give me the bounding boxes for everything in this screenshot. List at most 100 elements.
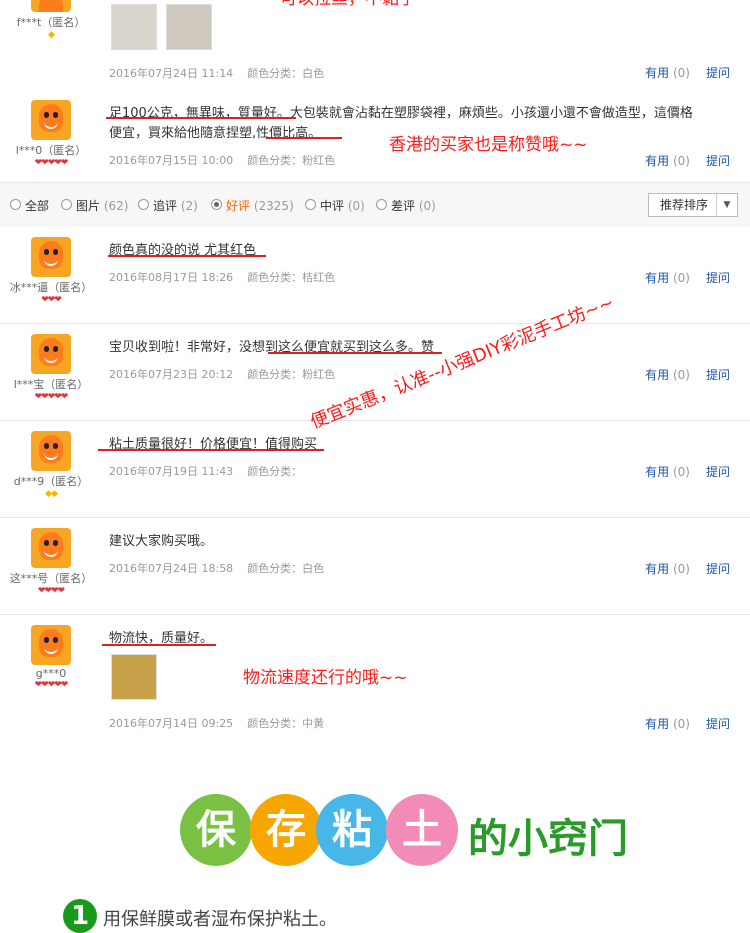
review-color-category: 颜色分类：白色 xyxy=(247,67,325,80)
annotation-note: 可以拉丝，不黏手~~ xyxy=(280,0,445,9)
radio-icon[interactable] xyxy=(138,199,149,210)
review-item: d***9（匿名） ◆◆ 粘土质量很好！价格便宜！值得购买 2016年07月19… xyxy=(0,421,750,518)
review-color-category: 颜色分类： xyxy=(247,465,303,478)
buyer-rank-icon: ❤❤❤❤❤ xyxy=(34,158,69,168)
review-actions: 有用 (0) 提问 xyxy=(645,366,730,383)
review-actions: 有用 (0) 提问 xyxy=(645,269,730,286)
review-meta: 2016年07月24日 18:58 颜色分类：白色 xyxy=(109,560,324,576)
review-color-category: 颜色分类：桔红色 xyxy=(247,271,336,284)
review-meta: 2016年08月17日 18:26 颜色分类：桔红色 xyxy=(109,269,335,285)
review-item: 冰***逼（匿名） ❤❤❤ 颜色真的没的说 尤其红色 2016年08月17日 1… xyxy=(0,227,750,324)
useful-link[interactable]: 有用 xyxy=(645,717,669,731)
review-item: g***0 ❤❤❤❤❤ 物流快，质量好。 物流速度还行的哦~~ 2016年07月… xyxy=(0,615,750,745)
buyer-rank-icon: ◆ xyxy=(48,30,55,40)
useful-count: (0) xyxy=(672,717,690,731)
review-username: l***宝（匿名） xyxy=(13,378,89,391)
avatar[interactable] xyxy=(31,237,71,277)
review-meta: 2016年07月14日 09:25 颜色分类：中黄 xyxy=(109,715,324,731)
useful-link[interactable]: 有用 xyxy=(645,465,669,479)
useful-count: (0) xyxy=(672,154,690,168)
useful-link[interactable]: 有用 xyxy=(645,562,669,576)
review-username: 冰***逼（匿名） xyxy=(9,281,93,294)
radio-icon[interactable] xyxy=(211,199,222,210)
filter-follow-up[interactable]: 追评 (2) xyxy=(138,197,198,214)
review-date: 2016年07月19日 11:43 xyxy=(109,465,234,478)
review-content: 建议大家购买哦。 xyxy=(109,534,214,549)
chevron-down-icon[interactable]: ▼ xyxy=(716,194,737,216)
review-color-category: 颜色分类：粉红色 xyxy=(247,154,336,167)
review-photo-thumbnail[interactable] xyxy=(166,4,212,50)
ask-link[interactable]: 提问 xyxy=(706,717,730,731)
buyer-rank-icon: ❤❤❤❤ xyxy=(37,586,65,596)
review-date: 2016年08月17日 18:26 xyxy=(109,271,234,284)
review-filter-bar: 全部 图片 (62) 追评 (2) 好评 (2325) 中评 (0) 差评 (0… xyxy=(0,182,750,228)
review-color-category: 颜色分类：白色 xyxy=(247,562,325,575)
useful-count: (0) xyxy=(672,562,690,576)
useful-link[interactable]: 有用 xyxy=(645,368,669,382)
filter-positive[interactable]: 好评 (2325) xyxy=(211,197,294,214)
useful-link[interactable]: 有用 xyxy=(645,154,669,168)
review-actions: 有用 (0) 提问 xyxy=(645,715,730,732)
radio-icon[interactable] xyxy=(376,199,387,210)
review-color-category: 颜色分类：粉红色 xyxy=(247,368,336,381)
buyer-rank-icon: ❤❤❤ xyxy=(41,295,62,305)
review-actions: 有用 (0) 提问 xyxy=(645,64,730,81)
review-meta: 2016年07月23日 20:12 颜色分类：粉红色 xyxy=(109,366,335,382)
buyer-rank-icon: ❤❤❤❤❤ xyxy=(34,392,69,402)
useful-count: (0) xyxy=(672,271,690,285)
review-item: l***0（匿名） ❤❤❤❤❤ 足100公克，無異味，質量好。大包裝就會沾黏在塑… xyxy=(0,90,750,183)
review-photo-thumbnail[interactable] xyxy=(111,654,157,700)
useful-link[interactable]: 有用 xyxy=(645,271,669,285)
step-number-badge: 1 xyxy=(63,899,97,933)
avatar[interactable] xyxy=(31,0,71,12)
sort-dropdown[interactable]: 推荐排序 ▼ xyxy=(648,193,738,217)
review-item: 这***号（匿名） ❤❤❤❤ 建议大家购买哦。 2016年07月24日 18:5… xyxy=(0,518,750,615)
filter-negative[interactable]: 差评 (0) xyxy=(376,197,436,214)
annotation-note: 香港的买家也是称赞哦~~ xyxy=(389,135,588,155)
ask-link[interactable]: 提问 xyxy=(706,66,730,80)
review-date: 2016年07月23日 20:12 xyxy=(109,368,234,381)
review-date: 2016年07月24日 18:58 xyxy=(109,562,234,575)
review-date: 2016年07月14日 09:25 xyxy=(109,717,234,730)
review-actions: 有用 (0) 提问 xyxy=(645,152,730,169)
annotation-note: 物流速度还行的哦~~ xyxy=(243,668,408,688)
review-item: f***t（匿名） ◆ 可以拉丝，不黏手~~ 2016年07月24日 11:14… xyxy=(0,0,750,91)
avatar[interactable] xyxy=(31,334,71,374)
filter-all[interactable]: 全部 xyxy=(10,197,49,214)
review-photo-thumbnail[interactable] xyxy=(111,4,157,50)
avatar[interactable] xyxy=(31,100,71,140)
ask-link[interactable]: 提问 xyxy=(706,368,730,382)
review-username: g***0 xyxy=(35,667,67,680)
avatar[interactable] xyxy=(31,625,71,665)
radio-icon[interactable] xyxy=(61,199,72,210)
useful-link[interactable]: 有用 xyxy=(645,66,669,80)
ask-link[interactable]: 提问 xyxy=(706,154,730,168)
review-color-category: 颜色分类：中黄 xyxy=(247,717,325,730)
tips-title-char: 土 xyxy=(386,794,458,866)
review-username: l***0（匿名） xyxy=(15,144,87,157)
buyer-rank-icon: ◆◆ xyxy=(45,489,58,499)
review-meta: 2016年07月24日 11:14 颜色分类：白色 xyxy=(109,65,324,81)
ask-link[interactable]: 提问 xyxy=(706,562,730,576)
review-username: 这***号（匿名） xyxy=(9,572,93,585)
filter-photos[interactable]: 图片 (62) xyxy=(61,197,128,214)
review-username: d***9（匿名） xyxy=(13,475,89,488)
tips-title: 的小窍门 xyxy=(468,816,628,862)
review-date: 2016年07月24日 11:14 xyxy=(109,67,234,80)
avatar[interactable] xyxy=(31,431,71,471)
step-text: 用保鲜膜或者湿布保护粘土。 xyxy=(103,909,337,930)
tips-title-char: 粘 xyxy=(316,794,388,866)
review-meta: 2016年07月19日 11:43 颜色分类： xyxy=(109,463,302,479)
filter-neutral[interactable]: 中评 (0) xyxy=(305,197,365,214)
useful-count: (0) xyxy=(672,465,690,479)
buyer-rank-icon: ❤❤❤❤❤ xyxy=(34,680,69,690)
ask-link[interactable]: 提问 xyxy=(706,465,730,479)
radio-icon[interactable] xyxy=(10,199,21,210)
tips-title-char: 存 xyxy=(250,794,322,866)
ask-link[interactable]: 提问 xyxy=(706,271,730,285)
review-username: f***t（匿名） xyxy=(16,16,86,29)
review-actions: 有用 (0) 提问 xyxy=(645,560,730,577)
avatar[interactable] xyxy=(31,528,71,568)
review-actions: 有用 (0) 提问 xyxy=(645,463,730,480)
radio-icon[interactable] xyxy=(305,199,316,210)
